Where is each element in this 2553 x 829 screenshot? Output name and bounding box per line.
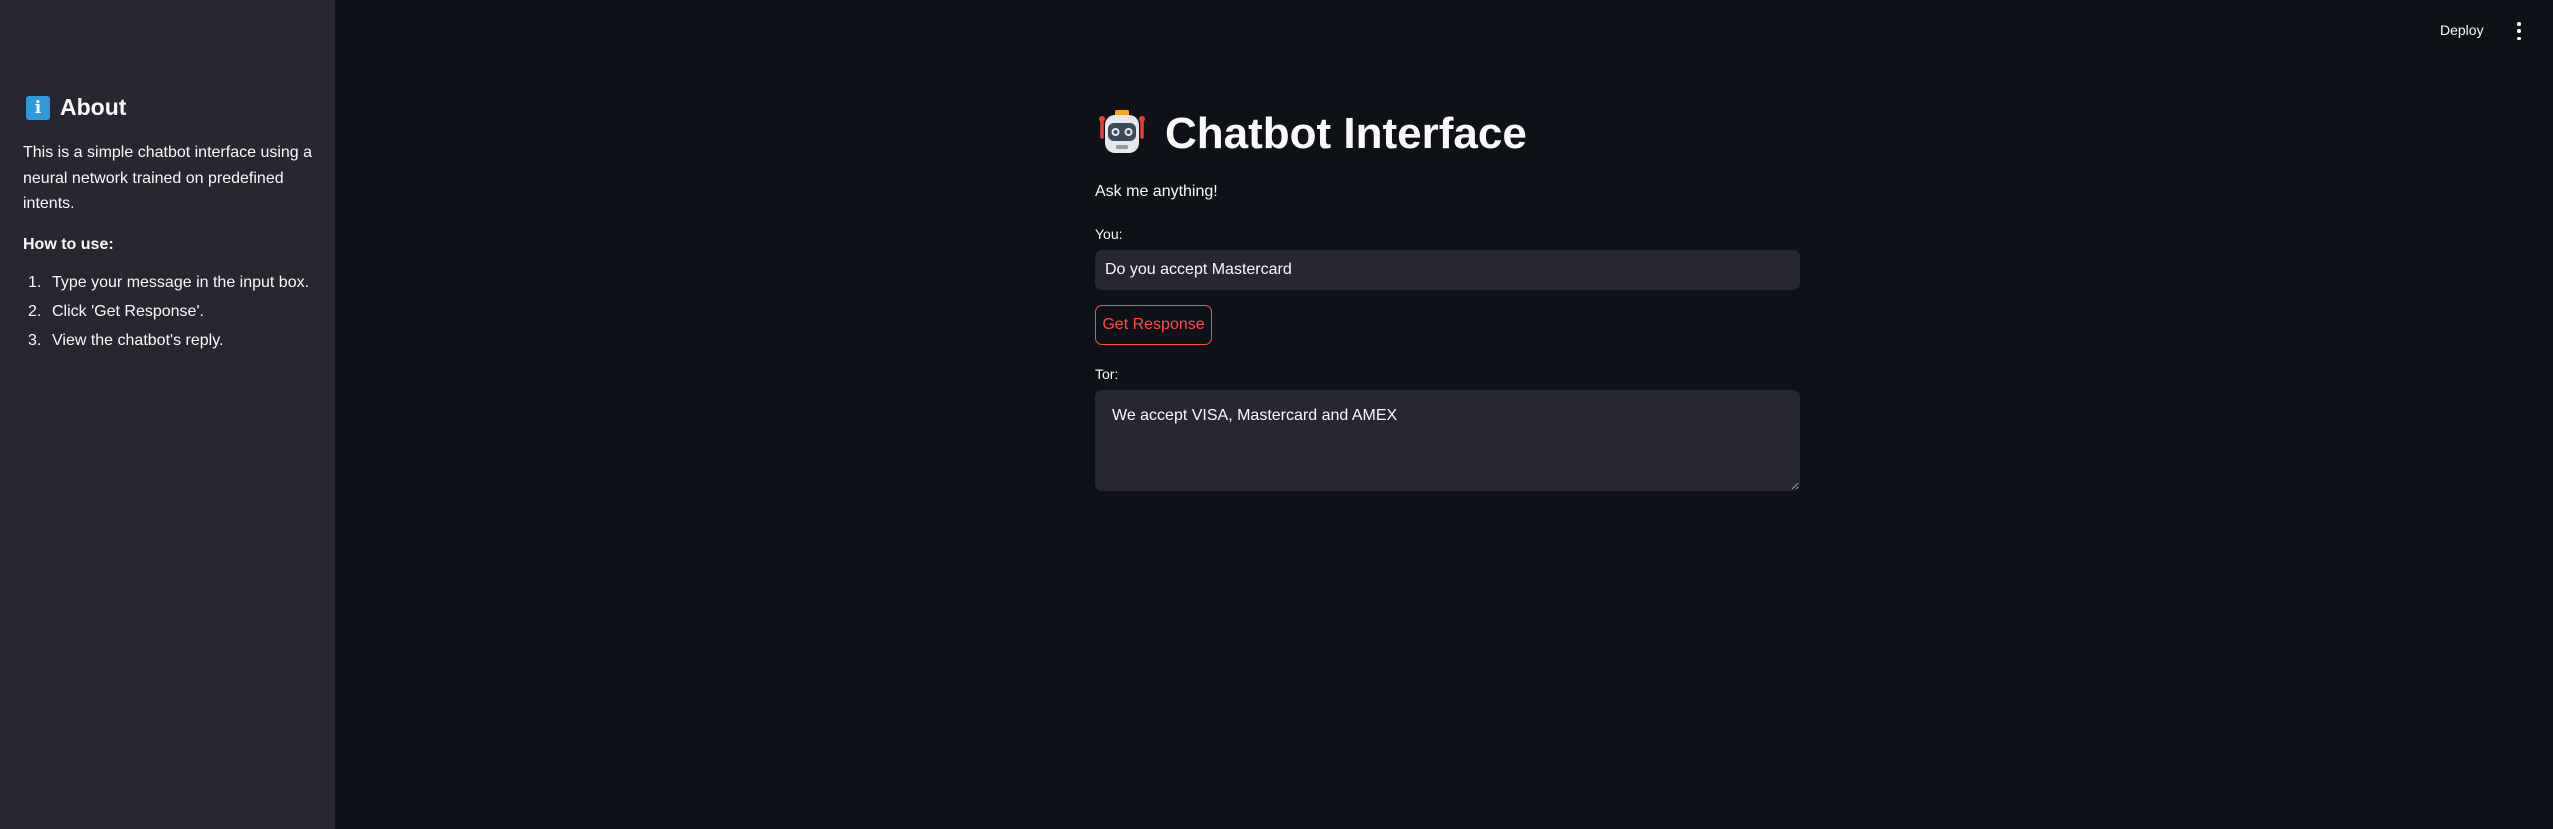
deploy-button[interactable]: Deploy	[2440, 22, 2484, 38]
reply-label: Tor:	[1095, 366, 1119, 382]
robot-icon	[1099, 110, 1145, 153]
sidebar-description: This is a simple chatbot interface using…	[23, 144, 313, 212]
sidebar: i About This is a simple chatbot interfa…	[0, 0, 335, 829]
step-number: 2.	[28, 303, 42, 320]
step-number: 1.	[28, 274, 42, 291]
page-title-text: Chatbot Interface	[1165, 109, 1527, 158]
step-item: 2. Click 'Get Response'.	[23, 303, 309, 332]
sidebar-title-text: About	[60, 94, 127, 120]
more-vertical-icon[interactable]	[2514, 22, 2524, 40]
steps-list: 1. Type your message in the input box. 2…	[23, 274, 309, 361]
step-text: Type your message in the input box.	[52, 274, 310, 291]
step-text: Click 'Get Response'.	[52, 303, 204, 320]
step-item: 3. View the chatbot's reply.	[23, 332, 309, 361]
subtitle: Ask me anything!	[1095, 183, 1218, 200]
howto-heading: How to use:	[23, 236, 114, 253]
step-number: 3.	[28, 332, 42, 349]
reply-textarea[interactable]: We accept VISA, Mastercard and AMEX	[1095, 390, 1800, 491]
step-item: 1. Type your message in the input box.	[23, 274, 309, 303]
info-icon: i	[26, 95, 50, 120]
app-root: i About This is a simple chatbot interfa…	[0, 0, 2553, 829]
sidebar-title: i About	[26, 94, 126, 121]
get-response-button[interactable]: Get Response	[1095, 305, 1212, 345]
message-input[interactable]	[1095, 250, 1800, 290]
input-label: You:	[1095, 226, 1123, 242]
page-title: Chatbot Interface	[1095, 107, 1527, 161]
step-text: View the chatbot's reply.	[52, 332, 224, 349]
